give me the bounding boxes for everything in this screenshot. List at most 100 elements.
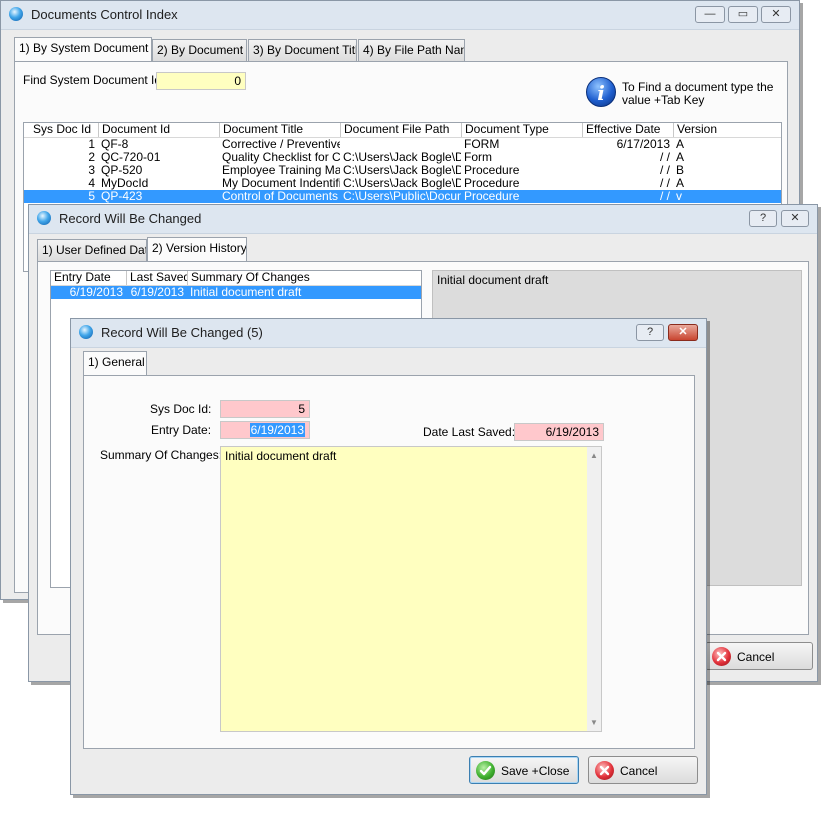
- table-cell-date: / /: [659, 190, 670, 203]
- table-cell-ver: B: [676, 164, 685, 177]
- help-button[interactable]: ?: [636, 324, 664, 341]
- title-bar[interactable]: Documents Control Index — ▭ ✕: [1, 1, 799, 30]
- sys-doc-id-field[interactable]: 5: [220, 400, 310, 418]
- table-cell-type: Procedure: [464, 190, 520, 203]
- close-button[interactable]: ✕: [781, 210, 809, 227]
- table-cell-sys: 3: [88, 164, 95, 177]
- table-cell-sys: 2: [88, 151, 95, 164]
- entry-date-field[interactable]: 6/19/2013: [220, 421, 310, 439]
- entry-date-label: Entry Date:: [151, 423, 212, 437]
- table-cell-path: C:\Users\Jack Bogle\Do: [343, 164, 461, 177]
- title-bar[interactable]: Record Will Be Changed (5) ? ✕: [71, 319, 706, 348]
- table-row[interactable]: 1 QF-8 Corrective / Preventive A FORM 6/17/2…: [24, 138, 781, 151]
- table-cell-path: C:\Users\Public\Docum: [343, 190, 461, 203]
- window-title: Record Will Be Changed (5): [101, 325, 263, 340]
- table-cell-docid: QP-423: [101, 190, 143, 203]
- cancel-label: Cancel: [737, 650, 775, 664]
- table-cell-type: FORM: [464, 138, 500, 151]
- col-document-file-path[interactable]: Document File Path: [340, 123, 461, 137]
- table-cell-ver: A: [676, 138, 685, 151]
- window-title: Record Will Be Changed: [59, 211, 202, 226]
- scroll-up-arrow-icon[interactable]: ▲: [590, 451, 598, 460]
- entry-date-selected-text: 6/19/2013: [249, 423, 305, 437]
- table-row[interactable]: 6/19/2013 6/19/2013 Initial document draft: [51, 286, 421, 299]
- table-cell-type: Procedure: [464, 177, 520, 190]
- col-document-title[interactable]: Document Title: [219, 123, 340, 137]
- table-cell-title: Employee Training Matrix: [222, 164, 340, 177]
- tab-by-system-document-id[interactable]: 1) By System Document Id: [14, 37, 152, 61]
- table-cell-sys: 1: [88, 138, 95, 151]
- find-label: Find System Document Id:: [23, 73, 165, 87]
- table-cell-type: Procedure: [464, 164, 520, 177]
- table-cell-ver: v: [676, 190, 682, 203]
- table-cell-docid: QF-8: [101, 138, 129, 151]
- tab-version-history[interactable]: 2) Version History: [147, 237, 247, 261]
- table-cell-date: 6/17/2013: [616, 138, 670, 151]
- table-cell-entry: 6/19/2013: [69, 286, 123, 299]
- col-document-id[interactable]: Document Id: [98, 123, 219, 137]
- table-cell-ver: A: [676, 151, 685, 164]
- table-row[interactable]: 3 QP-520 Employee Training MatrixC:\Users\…: [24, 164, 781, 177]
- table-cell-summary: Initial document draft: [190, 286, 302, 299]
- info-text-line1: To Find a document type the: [622, 80, 774, 94]
- tab-by-document-title[interactable]: 3) By Document Title: [248, 39, 357, 61]
- scroll-down-arrow-icon[interactable]: ▼: [590, 718, 598, 727]
- close-button[interactable]: ✕: [668, 324, 698, 341]
- col-sys-doc-id[interactable]: Sys Doc Id: [24, 123, 98, 137]
- table-cell-date: / /: [659, 177, 670, 190]
- cancel-button[interactable]: Cancel: [588, 756, 698, 784]
- table-row[interactable]: 4 MyDocId My Document Indentific C:\Users\J…: [24, 177, 781, 190]
- info-text-line2: value +Tab Key: [622, 93, 705, 107]
- maximize-button[interactable]: ▭: [728, 6, 758, 23]
- col-version[interactable]: Version: [673, 123, 781, 137]
- summary-of-changes-textarea[interactable]: Initial document draft ▲ ▼: [220, 446, 602, 732]
- tab-general[interactable]: 1) General: [83, 351, 147, 375]
- table-cell-docid: QC-720-01: [101, 151, 161, 164]
- col-effective-date[interactable]: Effective Date: [582, 123, 673, 137]
- table-cell-docid: MyDocId: [101, 177, 149, 190]
- close-button[interactable]: ✕: [761, 6, 791, 23]
- table-cell-title: Quality Checklist for Con: [222, 151, 340, 164]
- check-icon: [476, 761, 495, 780]
- summary-text: Initial document draft: [225, 449, 337, 463]
- summary-of-changes-label: Summary Of Changes:: [100, 448, 223, 462]
- table-cell-path: C:\Users\Jack Bogle\Do: [343, 151, 461, 164]
- table-cell-ver: A: [676, 177, 685, 190]
- cancel-button[interactable]: Cancel: [705, 642, 813, 670]
- sys-doc-id-label: Sys Doc Id:: [150, 402, 212, 416]
- table-cell-path: C:\Users\Jack Bogle\Do: [343, 177, 461, 190]
- record-will-be-changed-5-window: Record Will Be Changed (5) ? ✕ 1) Genera…: [70, 318, 707, 795]
- info-icon: i: [586, 77, 616, 107]
- col-document-type[interactable]: Document Type: [461, 123, 582, 137]
- save-close-button[interactable]: Save +Close: [469, 756, 579, 784]
- minimize-button[interactable]: —: [695, 6, 725, 23]
- help-button[interactable]: ?: [749, 210, 777, 227]
- tab-by-document-id[interactable]: 2) By Document Id: [152, 39, 247, 61]
- tab-user-defined-data[interactable]: 1) User Defined Data: [37, 239, 147, 261]
- table-cell-sys: 4: [88, 177, 95, 190]
- cancel-x-icon: [595, 761, 614, 780]
- table-cell-sys: 5: [88, 190, 95, 203]
- find-system-document-id-input[interactable]: 0: [156, 72, 246, 90]
- table-cell-title: Control of Documents Pr: [222, 190, 340, 203]
- summary-preview-text: Initial document draft: [437, 273, 549, 287]
- date-last-saved-field[interactable]: 6/19/2013: [514, 423, 604, 441]
- title-bar[interactable]: Record Will Be Changed ? ✕: [29, 205, 817, 234]
- general-panel: Sys Doc Id: 5 Entry Date: 6/19/2013 Date…: [83, 375, 695, 749]
- app-globe-icon: [79, 325, 93, 339]
- textarea-scrollbar[interactable]: ▲ ▼: [587, 447, 601, 731]
- table-cell-saved: 6/19/2013: [130, 286, 184, 299]
- grid-header: Sys Doc Id Document Id Document Title Do…: [24, 123, 781, 138]
- tab-by-file-path-name[interactable]: 4) By File Path Name: [358, 39, 465, 61]
- col-summary-of-changes[interactable]: Summary Of Changes: [187, 271, 421, 285]
- table-row[interactable]: 2 QC-720-01 Quality Checklist for ConC:\Us…: [24, 151, 781, 164]
- app-globe-icon: [37, 211, 51, 225]
- app-globe-icon: [9, 7, 23, 21]
- table-row[interactable]: 5 QP-423 Control of Documents PrC:\Users\P…: [24, 190, 781, 203]
- col-last-saved[interactable]: Last Saved: [126, 271, 187, 285]
- table-cell-date: / /: [659, 151, 670, 164]
- table-cell-type: Form: [464, 151, 492, 164]
- table-cell-docid: QP-520: [101, 164, 143, 177]
- table-cell-date: / /: [659, 164, 670, 177]
- col-entry-date[interactable]: Entry Date: [51, 271, 126, 285]
